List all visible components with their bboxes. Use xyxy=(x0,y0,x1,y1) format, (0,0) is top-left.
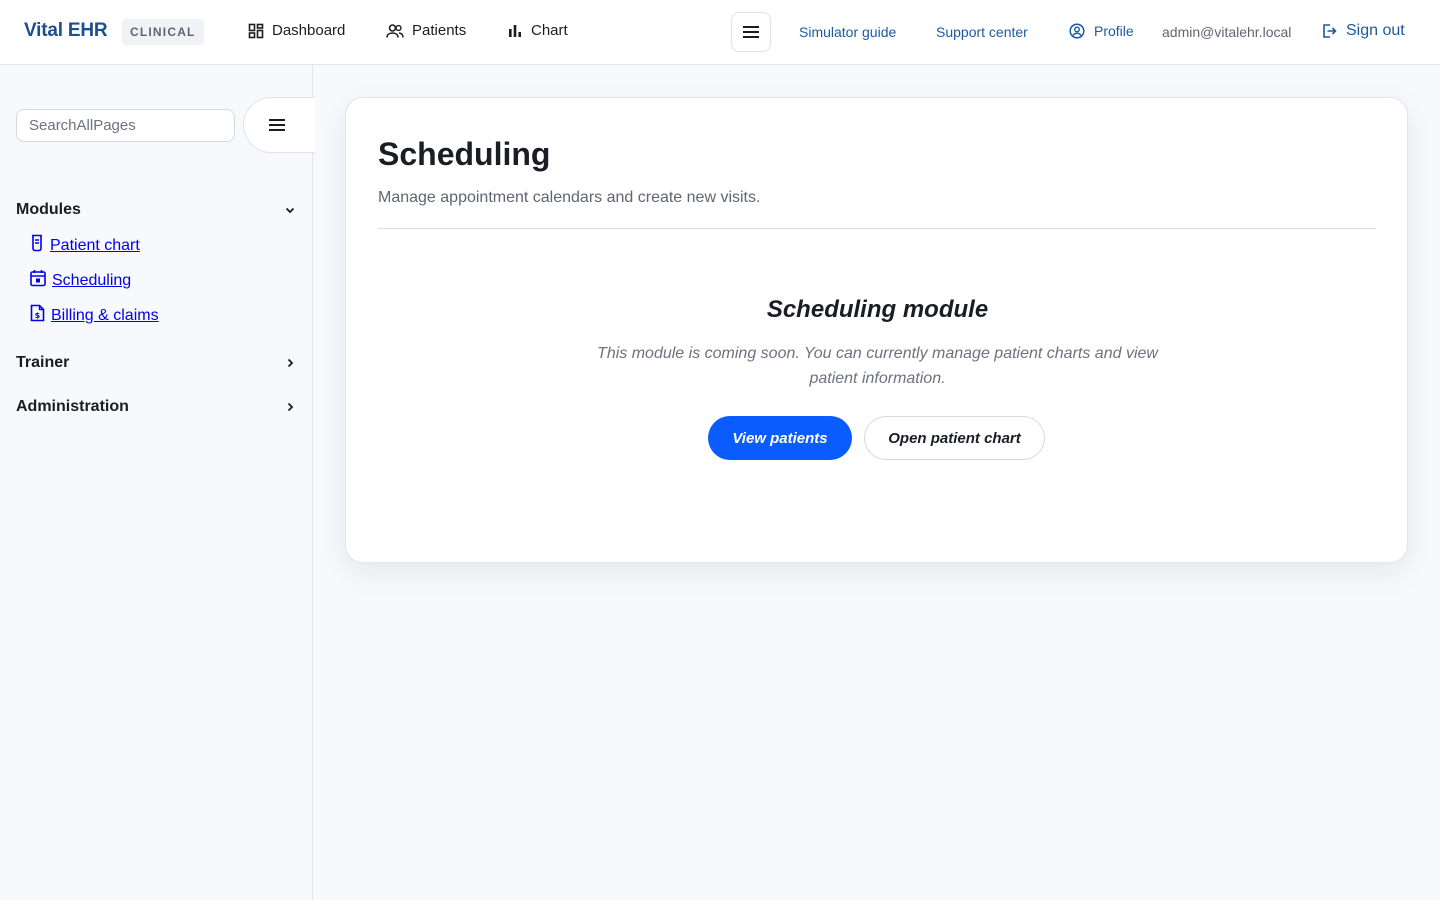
sidebar-item-billing-claims[interactable]: $ Billing & claims xyxy=(30,304,159,325)
hamburger-icon xyxy=(743,26,759,38)
scheduling-card: Scheduling Manage appointment calendars … xyxy=(345,97,1408,563)
sidebar-item-patient-chart[interactable]: Patient chart xyxy=(30,234,140,255)
sign-out-button[interactable]: Sign out xyxy=(1321,22,1405,40)
section-label: Modules xyxy=(16,201,81,218)
support-center-link[interactable]: Support center xyxy=(936,24,1028,40)
nav-dashboard[interactable]: Dashboard xyxy=(248,22,345,39)
sidebar-section-modules[interactable]: Modules xyxy=(16,201,296,219)
nav-dashboard-label: Dashboard xyxy=(272,22,346,39)
sidebar: Modules Patient chart Scheduling $ Billi… xyxy=(0,65,315,900)
brand-logo[interactable]: Vital EHR xyxy=(24,20,108,42)
sidebar-item-scheduling[interactable]: Scheduling xyxy=(30,269,131,290)
chevron-down-icon xyxy=(285,207,295,214)
nav-patients-label: Patients xyxy=(412,22,467,39)
page-subtitle: Manage appointment calendars and create … xyxy=(378,189,761,206)
section-label: Trainer xyxy=(16,354,70,371)
search-input[interactable] xyxy=(16,109,235,142)
logout-icon xyxy=(1323,24,1337,38)
sidebar-item-label: Patient chart xyxy=(50,237,140,254)
top-bar: Vital EHR CLINICAL Dashboard Patients Ch… xyxy=(0,0,1440,65)
nav-chart-label: Chart xyxy=(531,22,568,39)
section-label: Administration xyxy=(16,398,129,415)
open-patient-chart-button[interactable]: Open patient chart xyxy=(864,416,1045,460)
chevron-right-icon xyxy=(287,358,294,368)
svg-text:$: $ xyxy=(35,311,41,320)
profile-link[interactable]: Profile xyxy=(1069,23,1134,39)
hamburger-icon xyxy=(268,119,285,131)
nav-patients[interactable]: Patients xyxy=(386,22,466,39)
sidebar-item-label: Scheduling xyxy=(52,272,132,289)
clinical-badge: CLINICAL xyxy=(122,19,204,45)
user-circle-icon xyxy=(1069,23,1085,39)
chevron-right-icon xyxy=(287,402,294,412)
divider xyxy=(378,228,1376,229)
dashboard-icon xyxy=(248,23,264,38)
header-menu-button[interactable] xyxy=(731,12,771,52)
clipboard-icon xyxy=(32,234,42,252)
sidebar-toggle-button[interactable] xyxy=(243,97,315,153)
module-title: Scheduling module xyxy=(766,296,989,323)
module-description: This module is coming soon. You can curr… xyxy=(597,345,1158,387)
sign-out-label: Sign out xyxy=(1346,22,1405,39)
view-patients-button[interactable]: View patients xyxy=(708,416,852,460)
page-title: Scheduling xyxy=(378,136,551,172)
users-icon xyxy=(386,23,404,38)
sidebar-section-trainer[interactable]: Trainer xyxy=(16,354,296,372)
sidebar-section-administration[interactable]: Administration xyxy=(16,398,296,416)
simulator-guide-link[interactable]: Simulator guide xyxy=(799,24,896,40)
nav-chart[interactable]: Chart xyxy=(507,22,568,39)
profile-label: Profile xyxy=(1094,23,1134,39)
invoice-icon: $ xyxy=(30,304,45,322)
calendar-icon xyxy=(30,270,46,287)
bar-chart-icon xyxy=(509,24,521,37)
sidebar-item-label: Billing & claims xyxy=(51,307,159,324)
user-email: admin@vitalehr.local xyxy=(1162,24,1292,40)
